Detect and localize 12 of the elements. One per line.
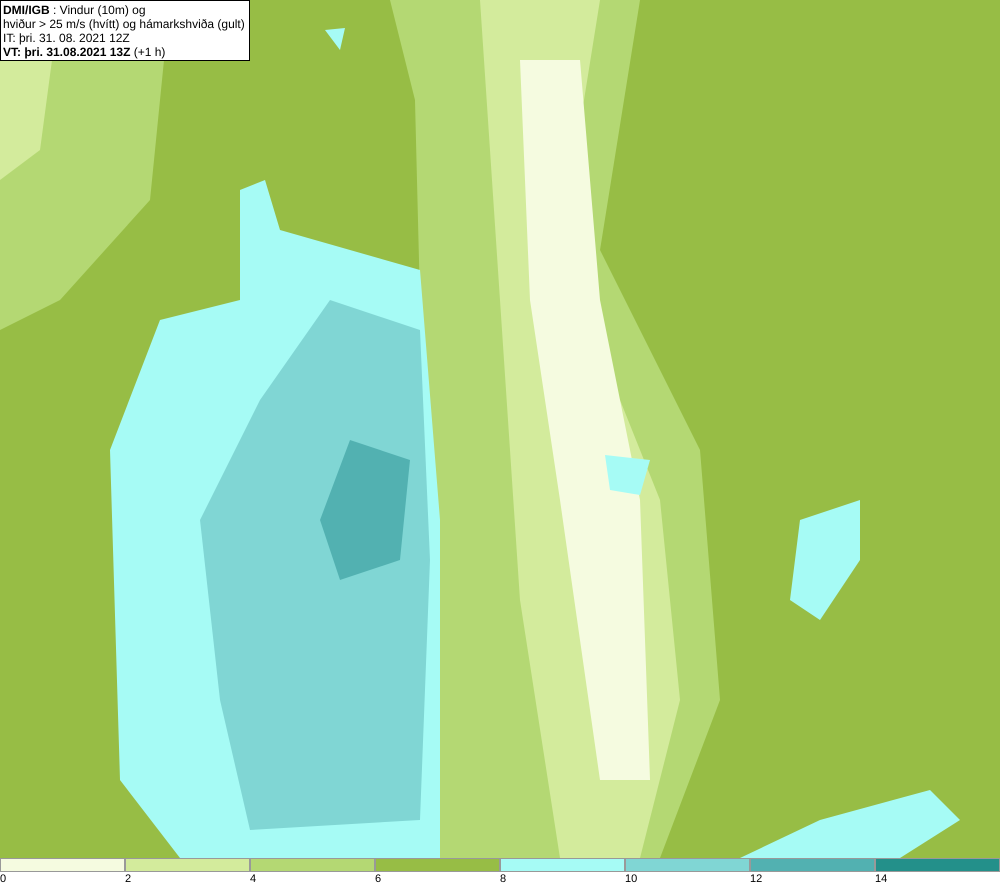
legend-tick-label: 6 xyxy=(375,872,382,886)
legend-tick-label: 2 xyxy=(125,872,132,886)
legend-tick-label: 10 xyxy=(625,872,638,886)
info-text: DMI/IGB : Vindur (10m) og xyxy=(3,3,146,17)
info-text: hviður > 25 m/s (hvítt) og hámarkshviða (gult) xyxy=(3,17,245,31)
legend-tick-label: 14 xyxy=(875,872,888,886)
legend-tick-label: 0 xyxy=(0,872,6,886)
info-text: VT: þri. 31.08.2021 13Z (+1 h) xyxy=(3,45,166,59)
legend-tick-label: 4 xyxy=(250,872,256,886)
legend-tick-label: 8 xyxy=(500,872,506,886)
info-text: IT: þri. 31. 08. 2021 12Z xyxy=(3,31,131,45)
legend-tick-label: 12 xyxy=(750,872,762,886)
